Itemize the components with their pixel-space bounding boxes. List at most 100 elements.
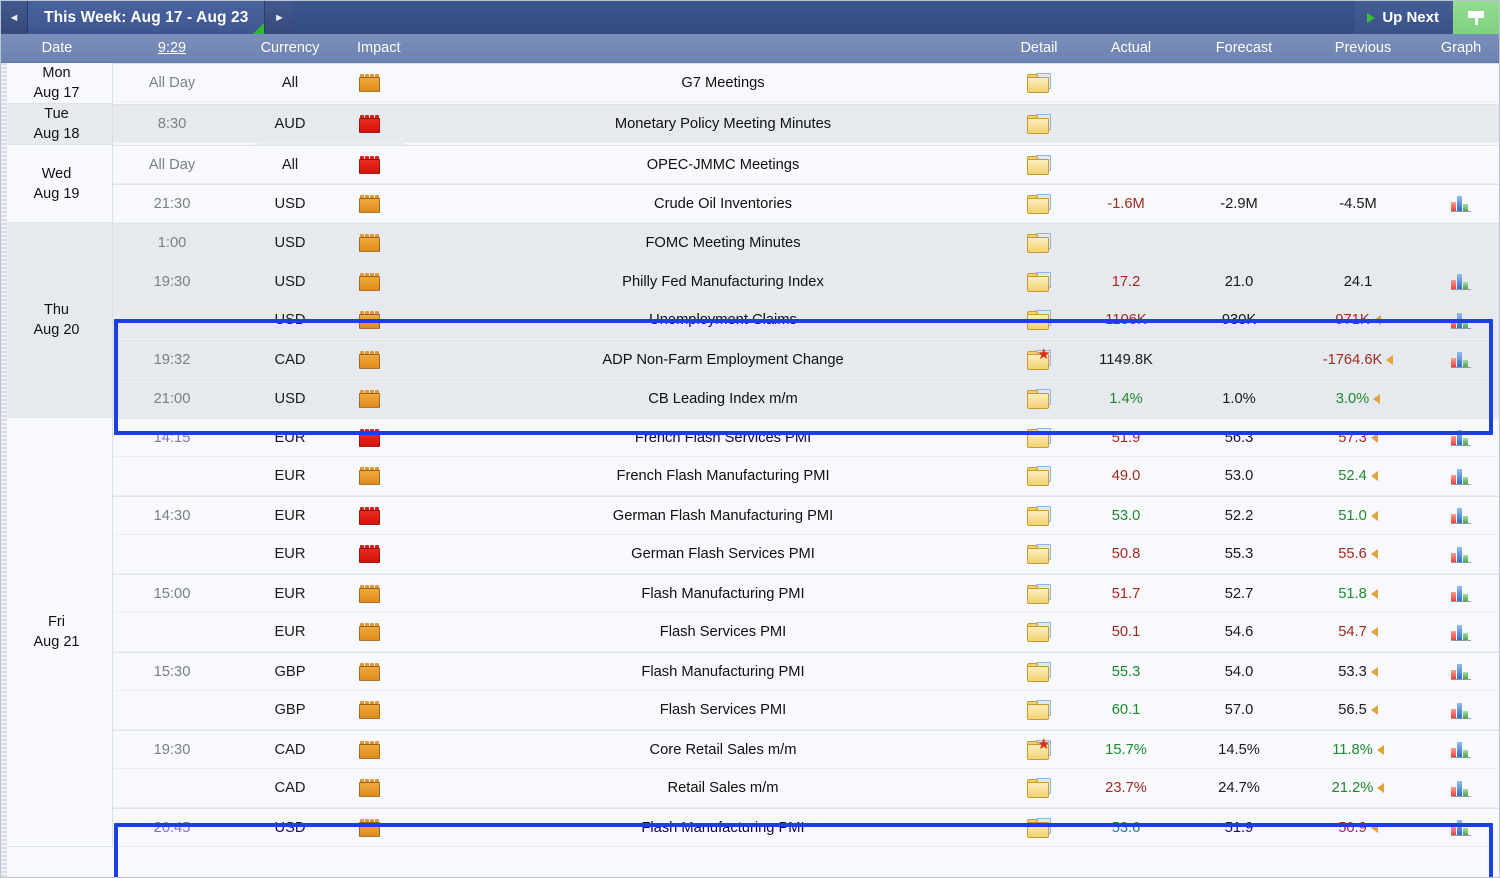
- event-detail[interactable]: [1001, 778, 1077, 798]
- event-graph[interactable]: [1423, 351, 1499, 368]
- next-week-button[interactable]: ►: [264, 1, 294, 34]
- graph-bars-icon[interactable]: [1451, 585, 1471, 602]
- table-row[interactable]: All Day All OPEC-JMMC Meetings: [113, 145, 1499, 184]
- event-detail[interactable]: [1001, 271, 1077, 292]
- table-row[interactable]: 14:30 EUR German Flash Manufacturing PMI 53…: [113, 496, 1499, 535]
- detail-folder-icon[interactable]: [1027, 466, 1051, 486]
- column-header-time[interactable]: 9:29: [113, 40, 231, 56]
- detail-folder-icon[interactable]: [1027, 310, 1051, 330]
- event-graph[interactable]: [1423, 702, 1499, 719]
- graph-bars-icon[interactable]: [1451, 702, 1471, 719]
- graph-bars-icon[interactable]: [1451, 780, 1471, 797]
- event-title[interactable]: G7 Meetings: [427, 75, 1001, 91]
- table-row[interactable]: EUR French Flash Manufacturing PMI 49.0 53.…: [113, 457, 1499, 496]
- column-header-currency[interactable]: Currency: [231, 40, 349, 56]
- event-detail[interactable]: [1001, 427, 1077, 448]
- event-detail[interactable]: [1001, 72, 1077, 93]
- table-row[interactable]: 19:30 CAD Core Retail Sales m/m ★ 15.7% 14.5%…: [113, 730, 1499, 769]
- table-row[interactable]: 14:15 EUR French Flash Services PMI 51.9 56.…: [113, 418, 1499, 457]
- event-title[interactable]: French Flash Manufacturing PMI: [427, 468, 1001, 484]
- event-graph[interactable]: [1423, 429, 1499, 446]
- event-detail[interactable]: [1001, 700, 1077, 720]
- table-row[interactable]: GBP Flash Services PMI 60.1 57.0 56.5: [113, 691, 1499, 730]
- event-title[interactable]: Unemployment Claims: [427, 312, 1001, 328]
- table-row[interactable]: All Day All G7 Meetings: [113, 63, 1499, 102]
- event-graph[interactable]: [1423, 819, 1499, 836]
- graph-bars-icon[interactable]: [1451, 741, 1471, 758]
- event-graph[interactable]: [1423, 780, 1499, 797]
- column-header-forecast[interactable]: Forecast: [1185, 40, 1303, 56]
- event-graph[interactable]: [1423, 546, 1499, 563]
- graph-bars-icon[interactable]: [1451, 624, 1471, 641]
- event-graph[interactable]: [1423, 273, 1499, 290]
- event-graph[interactable]: [1423, 585, 1499, 602]
- event-graph[interactable]: [1423, 312, 1499, 329]
- event-detail[interactable]: [1001, 466, 1077, 486]
- detail-folder-icon[interactable]: [1027, 388, 1051, 409]
- detail-folder-star-icon[interactable]: ★: [1027, 347, 1051, 370]
- event-graph[interactable]: [1423, 663, 1499, 680]
- event-detail[interactable]: [1001, 388, 1077, 409]
- graph-bars-icon[interactable]: [1451, 663, 1471, 680]
- event-title[interactable]: FOMC Meeting Minutes: [427, 235, 1001, 251]
- event-title[interactable]: ADP Non-Farm Employment Change: [427, 352, 1001, 368]
- graph-bars-icon[interactable]: [1451, 546, 1471, 563]
- table-row[interactable]: 19:30 USD Philly Fed Manufacturing Index 17…: [113, 262, 1499, 301]
- graph-bars-icon[interactable]: [1451, 195, 1471, 212]
- event-title[interactable]: German Flash Services PMI: [427, 546, 1001, 562]
- table-row[interactable]: CAD Retail Sales m/m 23.7% 24.7% 21.2%: [113, 769, 1499, 808]
- event-title[interactable]: Flash Manufacturing PMI: [427, 664, 1001, 680]
- detail-folder-icon[interactable]: [1027, 622, 1051, 642]
- graph-bars-icon[interactable]: [1451, 351, 1471, 368]
- detail-folder-icon[interactable]: [1027, 817, 1051, 838]
- table-row[interactable]: 15:00 EUR Flash Manufacturing PMI 51.7 52.7 5…: [113, 574, 1499, 613]
- event-detail[interactable]: [1001, 817, 1077, 838]
- event-graph[interactable]: [1423, 624, 1499, 641]
- detail-folder-icon[interactable]: [1027, 661, 1051, 682]
- column-header-detail[interactable]: Detail: [1001, 40, 1077, 56]
- event-title[interactable]: Monetary Policy Meeting Minutes: [427, 116, 1001, 132]
- event-detail[interactable]: [1001, 583, 1077, 604]
- event-graph[interactable]: [1423, 195, 1499, 212]
- detail-folder-icon[interactable]: [1027, 505, 1051, 526]
- column-header-date[interactable]: Date: [1, 40, 113, 56]
- event-title[interactable]: Flash Services PMI: [427, 624, 1001, 640]
- event-title[interactable]: Crude Oil Inventories: [427, 196, 1001, 212]
- event-title[interactable]: CB Leading Index m/m: [427, 391, 1001, 407]
- event-detail[interactable]: [1001, 622, 1077, 642]
- detail-folder-icon[interactable]: [1027, 700, 1051, 720]
- filter-button[interactable]: [1453, 1, 1499, 34]
- detail-folder-icon[interactable]: [1027, 271, 1051, 292]
- event-detail[interactable]: [1001, 193, 1077, 214]
- event-graph[interactable]: [1423, 741, 1499, 758]
- event-detail[interactable]: ★: [1001, 347, 1077, 370]
- table-row[interactable]: 21:00 USD CB Leading Index m/m 1.4% 1.0% 3.0%: [113, 379, 1499, 418]
- column-header-actual[interactable]: Actual: [1077, 40, 1185, 56]
- table-row[interactable]: 21:30 USD Crude Oil Inventories -1.6M -2.9M -…: [113, 184, 1499, 223]
- up-next-button[interactable]: Up Next: [1355, 1, 1453, 34]
- event-title[interactable]: Flash Services PMI: [427, 702, 1001, 718]
- event-title[interactable]: Core Retail Sales m/m: [427, 742, 1001, 758]
- event-title[interactable]: Flash Manufacturing PMI: [427, 820, 1001, 836]
- column-header-time-link[interactable]: 9:29: [158, 40, 186, 56]
- table-row[interactable]: EUR Flash Services PMI 50.1 54.6 54.7: [113, 613, 1499, 652]
- week-tab[interactable]: This Week: Aug 17 - Aug 23: [28, 1, 265, 34]
- graph-bars-icon[interactable]: [1451, 312, 1471, 329]
- event-graph[interactable]: [1423, 507, 1499, 524]
- detail-folder-icon[interactable]: [1027, 778, 1051, 798]
- detail-folder-icon[interactable]: [1027, 232, 1051, 253]
- event-title[interactable]: French Flash Services PMI: [427, 430, 1001, 446]
- column-header-impact[interactable]: Impact: [349, 40, 435, 56]
- detail-folder-icon[interactable]: [1027, 583, 1051, 604]
- detail-folder-icon[interactable]: [1027, 72, 1051, 93]
- graph-bars-icon[interactable]: [1451, 468, 1471, 485]
- detail-folder-icon[interactable]: [1027, 427, 1051, 448]
- event-detail[interactable]: [1001, 544, 1077, 564]
- prev-week-button[interactable]: ◄: [1, 1, 28, 34]
- table-row[interactable]: 19:32 CAD ADP Non-Farm Employment Change ★ 1…: [113, 340, 1499, 379]
- event-title[interactable]: OPEC-JMMC Meetings: [427, 157, 1001, 173]
- event-detail[interactable]: [1001, 661, 1077, 682]
- table-row[interactable]: EUR German Flash Services PMI 50.8 55.3 55.6: [113, 535, 1499, 574]
- event-graph[interactable]: [1423, 468, 1499, 485]
- column-header-previous[interactable]: Previous: [1303, 40, 1423, 56]
